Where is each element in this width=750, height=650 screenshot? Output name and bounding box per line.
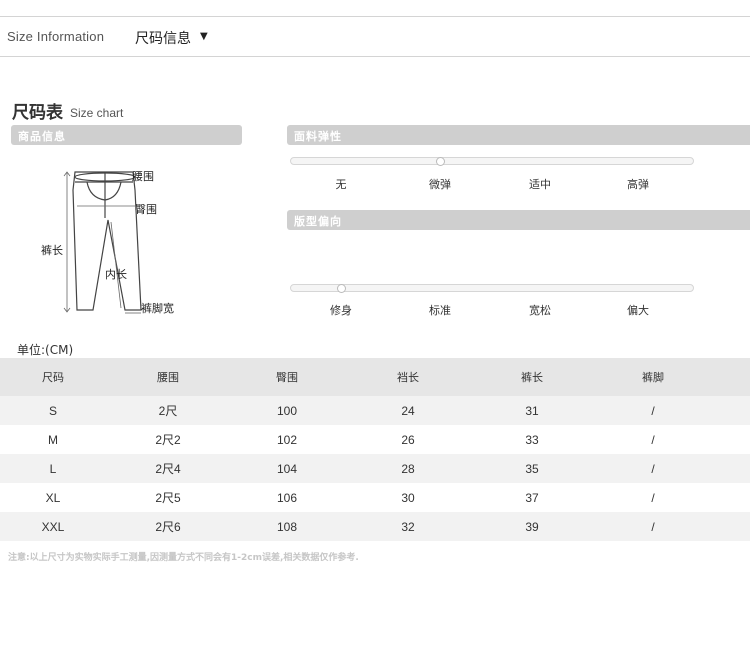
size-chart-title-en: Size chart bbox=[70, 106, 124, 120]
label-length: 裤长 bbox=[41, 244, 63, 257]
fit-slider-thumb bbox=[337, 284, 346, 293]
table-cell: L bbox=[49, 461, 57, 476]
table-row: M 2尺2 102 26 33 / bbox=[0, 425, 750, 454]
table-cell: XL bbox=[45, 490, 61, 505]
table-cell: 35 bbox=[525, 461, 539, 476]
table-row: XXL 2尺6 108 32 39 / bbox=[0, 512, 750, 541]
table-cell: 39 bbox=[525, 519, 539, 534]
section-elasticity-label: 面料弹性 bbox=[294, 130, 342, 143]
table-cell: / bbox=[651, 432, 655, 447]
label-leg-opening: 裤脚宽 bbox=[141, 302, 174, 315]
table-header-cell: 裤长 bbox=[521, 371, 543, 384]
section-product-info-label: 商品信息 bbox=[18, 130, 66, 143]
table-row: L 2尺4 104 28 35 / bbox=[0, 454, 750, 483]
section-elasticity: 面料弹性 bbox=[287, 125, 750, 145]
table-cell: 28 bbox=[401, 461, 415, 476]
size-chart-title: 尺码表 bbox=[12, 103, 63, 123]
table-cell: 26 bbox=[401, 432, 415, 447]
table-header: 尺码 腰围 臀围 裆长 裤长 裤脚 bbox=[0, 358, 750, 396]
table-cell: 33 bbox=[525, 432, 539, 447]
table-cell: / bbox=[651, 403, 655, 418]
measurement-note: 注意:以上尺寸为实物实际手工测量,因测量方式不同会有1-2cm误差,相关数据仅作… bbox=[8, 553, 359, 563]
header-title-en: Size Information bbox=[7, 29, 105, 44]
table-cell: 106 bbox=[276, 490, 298, 505]
table-cell: S bbox=[48, 403, 57, 418]
table-header-cell: 裆长 bbox=[397, 371, 419, 384]
table-header-cell: 臀围 bbox=[276, 371, 298, 384]
fit-option: 偏大 bbox=[627, 304, 649, 317]
table-cell: 24 bbox=[401, 403, 415, 418]
elasticity-slider-thumb bbox=[436, 157, 445, 166]
table-cell: / bbox=[651, 490, 655, 505]
table-cell: 37 bbox=[525, 490, 539, 505]
table-cell: 32 bbox=[401, 519, 415, 534]
table-header-cell: 尺码 bbox=[42, 371, 64, 384]
size-table: 尺码 腰围 臀围 裆长 裤长 裤脚 S 2尺 100 24 31 / M 2尺2 102 26 33 / L 2尺4 1… bbox=[0, 358, 750, 541]
table-row: S 2尺 100 24 31 / bbox=[0, 396, 750, 425]
table-cell: / bbox=[651, 461, 655, 476]
header-title-cn: 尺码信息 bbox=[135, 31, 191, 47]
label-waist: 腰围 bbox=[132, 170, 154, 183]
table-cell: 2尺2 bbox=[155, 433, 181, 447]
table-cell: 31 bbox=[525, 403, 539, 418]
elasticity-option: 微弹 bbox=[429, 178, 451, 191]
table-cell: M bbox=[48, 432, 58, 447]
table-cell: XXL bbox=[41, 519, 65, 534]
table-cell: 2尺6 bbox=[155, 520, 181, 534]
table-cell: / bbox=[651, 519, 655, 534]
table-cell: 102 bbox=[276, 432, 298, 447]
fit-slider-track bbox=[290, 284, 694, 292]
section-fit-label: 版型偏向 bbox=[294, 215, 342, 228]
elasticity-option: 高弹 bbox=[627, 178, 649, 191]
pants-diagram: 腰围 臀围 裤长 内长 裤脚宽 bbox=[35, 160, 205, 325]
table-header-cell: 裤脚 bbox=[642, 371, 664, 384]
table-cell: 100 bbox=[276, 403, 298, 418]
table-cell: 2尺 bbox=[158, 404, 178, 418]
section-fit: 版型偏向 bbox=[287, 210, 750, 230]
section-product-info: 商品信息 bbox=[11, 125, 242, 145]
table-cell: 108 bbox=[276, 519, 298, 534]
elasticity-option: 适中 bbox=[529, 178, 551, 191]
size-info-header: Size Information 尺码信息 ▼ bbox=[0, 17, 750, 57]
fit-option: 宽松 bbox=[529, 304, 551, 317]
table-cell: 30 bbox=[401, 490, 415, 505]
table-header-cell: 腰围 bbox=[157, 371, 179, 384]
elasticity-slider-track bbox=[290, 157, 694, 165]
table-row: XL 2尺5 106 30 37 / bbox=[0, 483, 750, 512]
caret-down-icon: ▼ bbox=[200, 31, 208, 42]
table-cell: 104 bbox=[276, 461, 298, 476]
label-inseam: 内长 bbox=[105, 268, 127, 281]
fit-option: 修身 bbox=[330, 304, 352, 317]
table-cell: 2尺5 bbox=[155, 491, 181, 505]
fit-option: 标准 bbox=[429, 304, 451, 317]
label-hip: 臀围 bbox=[135, 203, 157, 216]
table-cell: 2尺4 bbox=[155, 462, 181, 476]
elasticity-option: 无 bbox=[335, 178, 347, 191]
unit-label: 单位:(CM) bbox=[17, 343, 74, 357]
